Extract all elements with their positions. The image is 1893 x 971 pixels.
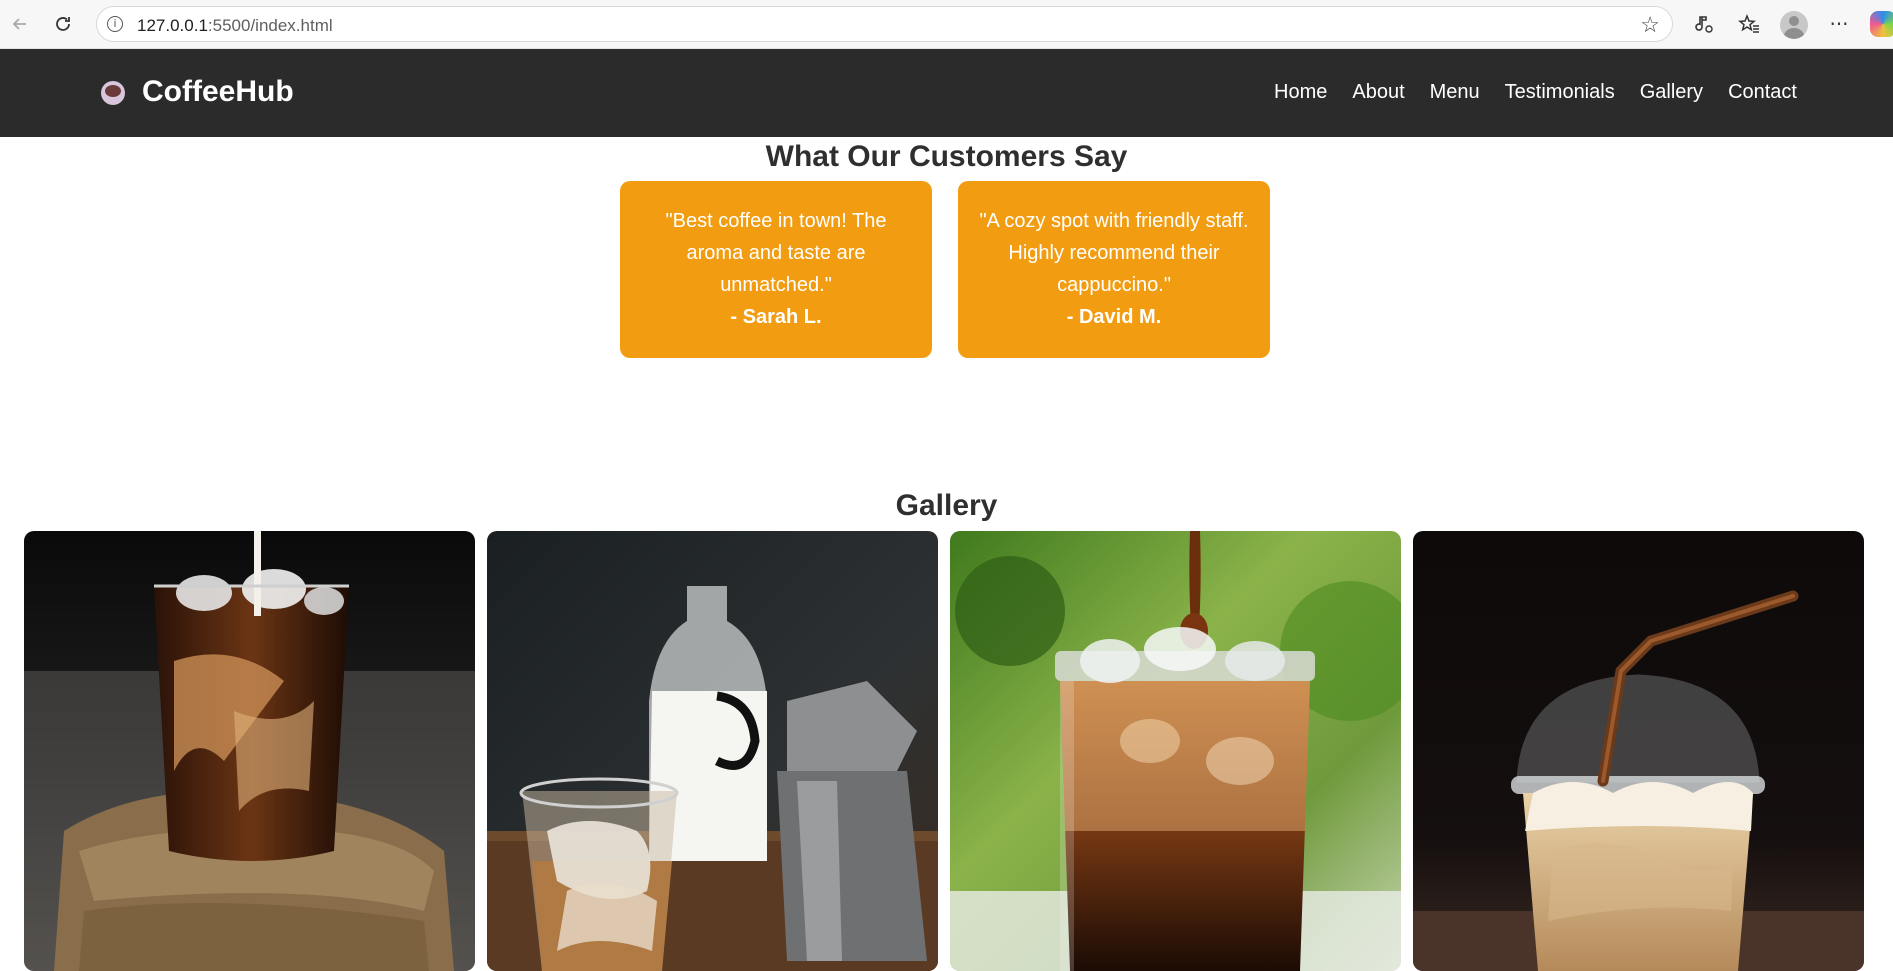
nav-testimonials[interactable]: Testimonials — [1505, 81, 1615, 104]
gallery-image-iced-coffee-milk-pour[interactable] — [24, 531, 475, 971]
url-host: 127.0.0.1 — [137, 16, 208, 35]
more-options-icon[interactable]: ⋯ — [1825, 10, 1853, 38]
testimonial-card: "A cozy spot with friendly staff. Highly… — [958, 181, 1270, 358]
favorites-icon[interactable] — [1735, 10, 1763, 38]
reload-icon[interactable] — [49, 10, 77, 38]
brand-name: CoffeeHub — [142, 75, 294, 108]
testimonial-card: "Best coffee in town! The aroma and tast… — [620, 181, 932, 358]
address-bar[interactable]: i 127.0.0.1:5500/index.html ☆ — [96, 6, 1673, 42]
site-header: CoffeeHub Home About Menu Testimonials G… — [0, 49, 1893, 137]
gallery-image-iced-coffee-moka-pot[interactable] — [487, 531, 938, 971]
coffee-cup-icon — [98, 77, 128, 107]
read-aloud-icon[interactable] — [1690, 10, 1718, 38]
back-arrow-icon[interactable] — [6, 10, 34, 38]
gallery-title: Gallery — [895, 489, 998, 522]
gallery-image-iced-coffee-mason-jar[interactable] — [950, 531, 1401, 971]
url-path: :5500/index.html — [207, 16, 333, 35]
main-nav: Home About Menu Testimonials Gallery Con… — [1249, 81, 1797, 104]
testimonial-author: - Sarah L. — [730, 306, 822, 328]
nav-contact[interactable]: Contact — [1728, 81, 1797, 104]
nav-menu[interactable]: Menu — [1430, 81, 1480, 104]
testimonials-list: "Best coffee in town! The aroma and tast… — [620, 181, 1270, 358]
copilot-icon[interactable] — [1870, 11, 1893, 37]
nav-about[interactable]: About — [1352, 81, 1404, 104]
gallery-image-iced-latte-dome-cup[interactable] — [1413, 531, 1864, 971]
testimonials-title: What Our Customers Say — [765, 140, 1128, 173]
testimonial-quote: "Best coffee in town! The aroma and tast… — [665, 210, 887, 296]
nav-home[interactable]: Home — [1274, 81, 1327, 104]
brand-logo[interactable]: CoffeeHub — [98, 75, 294, 109]
profile-avatar[interactable] — [1780, 11, 1808, 39]
star-icon[interactable]: ☆ — [1640, 12, 1660, 38]
info-icon[interactable]: i — [107, 16, 123, 32]
testimonial-quote: "A cozy spot with friendly staff. Highly… — [979, 210, 1249, 296]
url-text: 127.0.0.1:5500/index.html — [137, 16, 333, 36]
testimonial-author: - David M. — [1066, 306, 1162, 328]
gallery-grid — [24, 531, 1864, 971]
nav-gallery[interactable]: Gallery — [1640, 81, 1703, 104]
browser-toolbar: i 127.0.0.1:5500/index.html ☆ ⋯ — [0, 0, 1893, 49]
